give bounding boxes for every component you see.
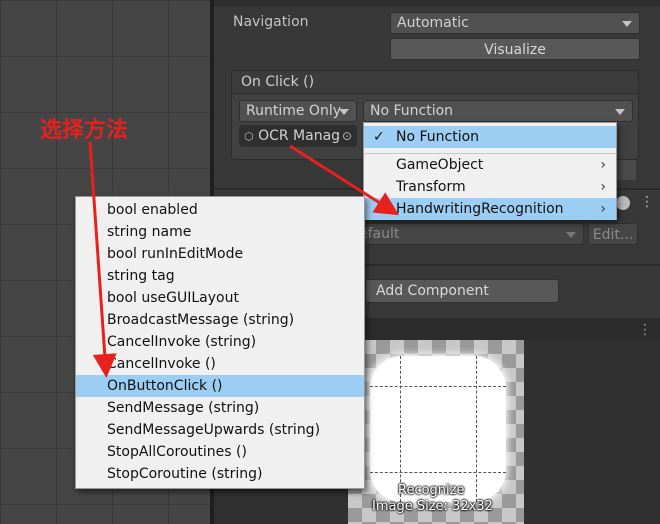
arrow-to-method (88, 141, 117, 378)
arrow-to-component (289, 144, 400, 216)
annotation-arrows (88, 141, 400, 378)
